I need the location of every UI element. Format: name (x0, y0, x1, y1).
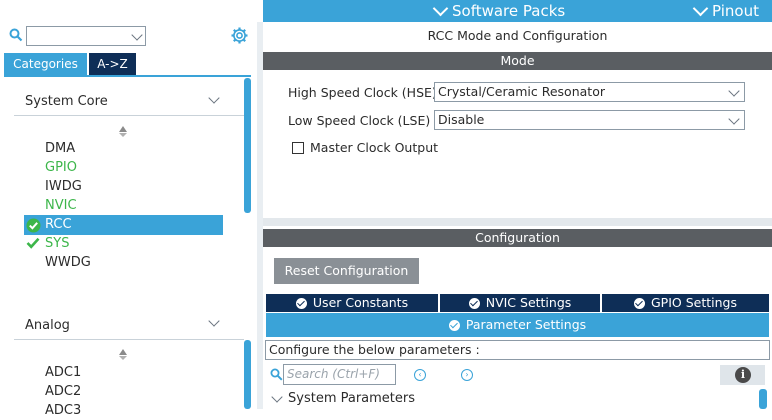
software-packs-menu[interactable]: Software Packs (432, 0, 566, 22)
chevron-down-icon (432, 0, 449, 17)
tab-nvic-settings-label: NVIC Settings (485, 295, 572, 310)
search-icon[interactable] (270, 368, 283, 381)
right-scrollbar-thumb[interactable] (759, 389, 767, 409)
tab-underline (4, 75, 251, 77)
check-circle-icon (448, 319, 460, 331)
search-next-icon[interactable]: › (461, 369, 473, 381)
hse-select-value: Crystal/Ceramic Resonator (438, 84, 605, 99)
list-item-wwdg[interactable]: WWDG (45, 253, 91, 272)
pinout-menu[interactable]: Pinout (692, 0, 759, 22)
reset-configuration-label: Reset Configuration (284, 263, 409, 278)
master-clock-output-checkbox[interactable] (292, 142, 304, 154)
configure-parameters-text: Configure the below parameters : (265, 340, 770, 360)
tab-categories-label: Categories (13, 57, 78, 71)
system-parameters-group[interactable]: System Parameters (288, 391, 415, 406)
chevron-down-icon (728, 113, 740, 125)
check-circle-icon (26, 218, 41, 233)
pinout-label: Pinout (712, 2, 759, 20)
section-divider[interactable] (263, 218, 772, 226)
list-item-dma[interactable]: DMA (45, 139, 75, 158)
list-item-rcc[interactable]: RCC (45, 215, 72, 234)
list-item-nvic[interactable]: NVIC (45, 196, 77, 215)
sort-icon[interactable] (119, 349, 127, 360)
master-clock-output-label: Master Clock Output (310, 140, 439, 155)
page-title: RCC Mode and Configuration (427, 28, 608, 43)
sort-icon[interactable] (119, 126, 127, 137)
category-title: System Core (25, 94, 108, 109)
list-item-gpio[interactable]: GPIO (45, 158, 77, 177)
left-scrollbar-thumb-lower[interactable] (244, 340, 251, 409)
check-circle-icon (468, 297, 480, 309)
tab-parameter-settings-label: Parameter Settings (465, 317, 587, 332)
software-packs-label: Software Packs (452, 2, 566, 20)
left-scrollbar-thumb[interactable] (244, 78, 251, 213)
tab-a-z-label: A->Z (97, 57, 128, 71)
parameter-search-placeholder: Search (Ctrl+F) (287, 367, 380, 381)
configuration-header: Configuration (263, 229, 772, 247)
check-circle-icon (295, 297, 307, 309)
tab-gpio-settings-label: GPIO Settings (651, 295, 737, 310)
list-item-sys[interactable]: SYS (45, 234, 69, 253)
lse-select-value: Disable (438, 112, 485, 127)
gear-icon[interactable] (231, 27, 248, 44)
lse-select[interactable]: Disable (434, 110, 745, 130)
tab-a-z[interactable]: A->Z (89, 53, 136, 75)
list-item-adc2[interactable]: ADC2 (45, 382, 81, 401)
tab-user-constants-label: User Constants (312, 295, 409, 310)
chevron-down-icon (692, 0, 709, 17)
chevron-down-icon[interactable] (131, 29, 143, 41)
info-icon[interactable]: i (735, 367, 751, 383)
tab-gpio-settings[interactable]: GPIO Settings (602, 294, 769, 312)
check-circle-icon (634, 297, 645, 309)
tab-nvic-settings[interactable]: NVIC Settings (440, 294, 600, 312)
list-item-iwdg[interactable]: IWDG (45, 177, 82, 196)
tab-user-constants[interactable]: User Constants (266, 294, 438, 312)
tab-categories[interactable]: Categories (4, 53, 87, 75)
parameter-search-input[interactable]: Search (Ctrl+F) (283, 364, 396, 385)
search-prev-icon[interactable]: ‹ (414, 369, 426, 381)
search-input[interactable] (26, 26, 146, 46)
mode-header: Mode (263, 52, 772, 70)
search-icon[interactable] (9, 28, 23, 42)
hse-label: High Speed Clock (HSE) (288, 85, 437, 100)
hse-select[interactable]: Crystal/Ceramic Resonator (434, 82, 745, 102)
reset-configuration-button[interactable]: Reset Configuration (274, 258, 419, 284)
list-item-adc3[interactable]: ADC3 (45, 401, 81, 420)
list-item-adc1[interactable]: ADC1 (45, 363, 81, 382)
tab-parameter-settings[interactable]: Parameter Settings (266, 313, 769, 337)
lse-label: Low Speed Clock (LSE) (288, 113, 431, 128)
chevron-down-icon (728, 85, 740, 97)
check-icon (26, 236, 40, 250)
category-title: Analog (25, 318, 70, 333)
